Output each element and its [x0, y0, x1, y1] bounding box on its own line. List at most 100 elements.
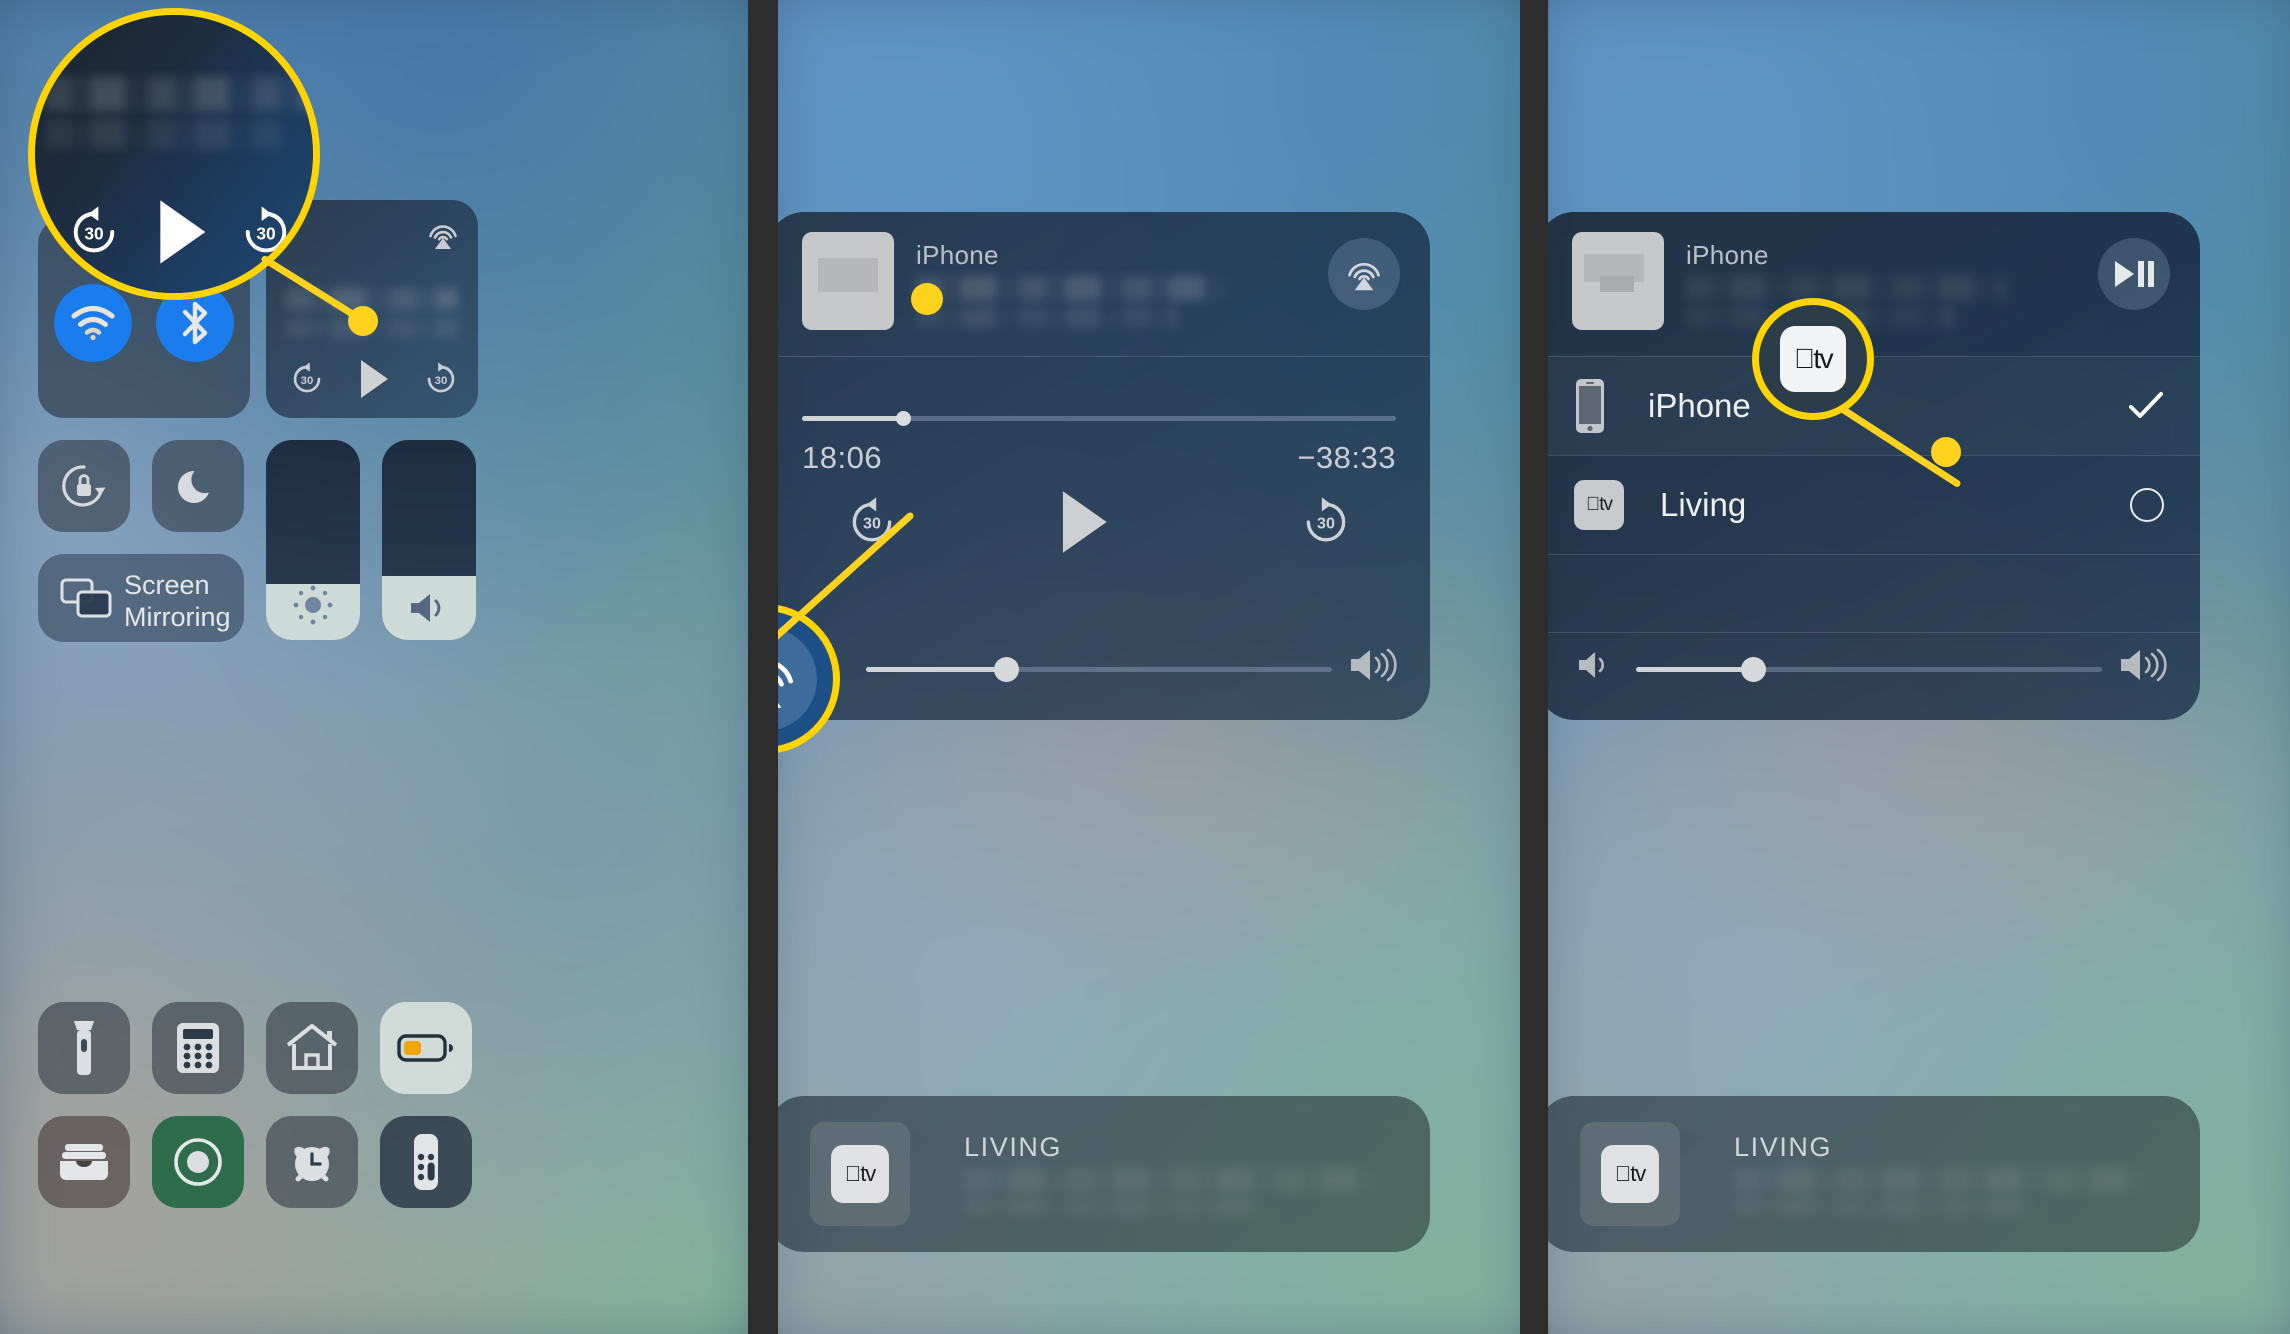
screen-mirroring-button[interactable]: Screen Mirroring: [38, 554, 244, 642]
source-label: iPhone: [1686, 240, 1769, 270]
magnified-airplay-button[interactable]: [778, 627, 817, 731]
screen-record-button[interactable]: [152, 1116, 244, 1208]
device-name-iphone: iPhone: [1648, 387, 1751, 424]
callout-target-dot-1: [348, 306, 378, 336]
device-list-bottom-separator: [1548, 554, 2200, 555]
do-not-disturb-toggle[interactable]: [152, 440, 244, 532]
calculator-button[interactable]: [152, 1002, 244, 1094]
living-media-card[interactable]: tv LIVING: [1548, 1096, 2200, 1252]
magnified-forward-30-button[interactable]: 30: [237, 203, 295, 261]
volume-low-icon: [1576, 648, 1614, 682]
magnifier-apple-tv: tv: [1752, 298, 1874, 420]
callout-target-dot-3: [1931, 437, 1961, 467]
volume-icon: [411, 594, 441, 622]
magnifier-media-controls: 30 30: [28, 8, 320, 300]
elapsed-time: 18:06: [802, 440, 883, 475]
magnified-forward-30-label: 30: [256, 223, 275, 243]
album-artwork: [1572, 232, 1664, 330]
play-button[interactable]: [1058, 488, 1110, 556]
iphone-icon: [1576, 379, 1604, 433]
living-artwork: tv: [810, 1122, 910, 1226]
volume-separator: [1548, 632, 2200, 633]
volume-slider[interactable]: [866, 657, 1332, 682]
magnified-track-artist: [45, 119, 285, 149]
volume-slider[interactable]: [1636, 657, 2102, 682]
rewind-30-label: 30: [863, 515, 881, 533]
bluetooth-icon: [182, 301, 208, 345]
volume-high-icon: [2118, 644, 2168, 686]
wifi-icon: [71, 305, 115, 341]
alarm-button[interactable]: [266, 1116, 358, 1208]
moon-icon: [177, 470, 209, 503]
play-button[interactable]: [358, 358, 390, 400]
volume-fill: [1636, 667, 1753, 672]
alarm-clock-icon: [294, 1146, 330, 1182]
flashlight-button[interactable]: [38, 1002, 130, 1094]
volume-thumb[interactable]: [993, 657, 1019, 682]
living-title: LIVING: [964, 1132, 1063, 1162]
living-track-redacted: [1734, 1168, 2146, 1192]
now-playing-sheet: iPhone 18:06 −38:33 30 30: [778, 212, 1430, 720]
screen-mirroring-label: Screen Mirroring: [124, 570, 231, 634]
magnified-rewind-30-label: 30: [84, 223, 103, 243]
panel-now-playing-expanded: iPhone 18:06 −38:33 30 30 tv LIVING: [778, 0, 1520, 1334]
record-icon: [174, 1138, 222, 1186]
source-label: iPhone: [916, 240, 999, 270]
remote-icon: [414, 1134, 438, 1190]
living-artist-redacted: [964, 1196, 1264, 1216]
magnified-play-button[interactable]: [155, 197, 209, 267]
album-artwork: [802, 232, 894, 330]
magnified-play-icon: [160, 200, 206, 264]
forward-30-button[interactable]: 30: [1298, 494, 1354, 550]
volume-fill: [866, 667, 1006, 672]
panel-divider-2: [1520, 0, 1550, 1334]
volume-high-icon: [1348, 644, 1398, 686]
airplay-button[interactable]: [1328, 238, 1400, 310]
magnified-track-title: [45, 77, 313, 111]
device-name-living: Living: [1660, 486, 1747, 523]
magnified-airplay-audio-icon: [778, 662, 794, 708]
wifi-toggle[interactable]: [54, 284, 132, 362]
flashlight-icon: [74, 1021, 94, 1075]
forward-30-label: 30: [1317, 515, 1335, 533]
calculator-icon: [177, 1023, 219, 1073]
brightness-slider[interactable]: [266, 440, 360, 640]
progress-fill: [802, 416, 903, 421]
screenshot-root: 30 30 Screen Mirroring 30 30 iPhone 18:0…: [0, 0, 2290, 1334]
play-pause-button[interactable]: [2098, 238, 2170, 310]
device-row-iphone[interactable]: iPhone: [1548, 357, 2200, 455]
screen-mirroring-label-line2: Mirroring: [124, 601, 231, 632]
rotation-lock-toggle[interactable]: [38, 440, 130, 532]
empty-circle-icon[interactable]: [2130, 488, 2164, 522]
rewind-30-label: 30: [301, 375, 314, 387]
forward-30-button[interactable]: 30: [422, 360, 460, 398]
airplay-audio-icon[interactable]: [424, 216, 462, 254]
panel-control-center-overview: 30 30 Screen Mirroring 30 30: [0, 0, 748, 1334]
magnified-rewind-30-button[interactable]: 30: [65, 203, 123, 261]
track-title-redacted: [916, 276, 1226, 300]
low-power-mode-button[interactable]: [380, 1002, 472, 1094]
apple-tv-icon: tv: [1574, 480, 1624, 530]
volume-thumb[interactable]: [1740, 657, 1766, 682]
rewind-30-button[interactable]: 30: [288, 360, 326, 398]
rewind-30-button[interactable]: 30: [844, 494, 900, 550]
home-button[interactable]: [266, 1002, 358, 1094]
apple-tv-icon: tv: [1601, 1145, 1659, 1203]
screen-mirroring-icon: [60, 578, 112, 618]
progress-slider[interactable]: [802, 411, 1396, 426]
wallet-button[interactable]: [38, 1116, 130, 1208]
sheet-separator: [778, 356, 1430, 357]
brightness-icon: [293, 585, 333, 625]
progress-thumb[interactable]: [895, 411, 911, 426]
remaining-time: −38:33: [1297, 440, 1396, 475]
living-title: LIVING: [1734, 1132, 1833, 1162]
device-row-living[interactable]: tv Living: [1548, 456, 2200, 554]
living-media-card[interactable]: tv LIVING: [778, 1096, 1430, 1252]
track-title-redacted: [1686, 276, 2006, 300]
play-pause-icon: [2115, 261, 2154, 287]
checkmark-icon: [2129, 392, 2163, 418]
volume-slider[interactable]: [382, 440, 476, 640]
apple-tv-remote-button[interactable]: [380, 1116, 472, 1208]
callout-target-dot-2: [911, 283, 943, 315]
magnified-apple-tv-icon: tv: [1780, 326, 1846, 392]
